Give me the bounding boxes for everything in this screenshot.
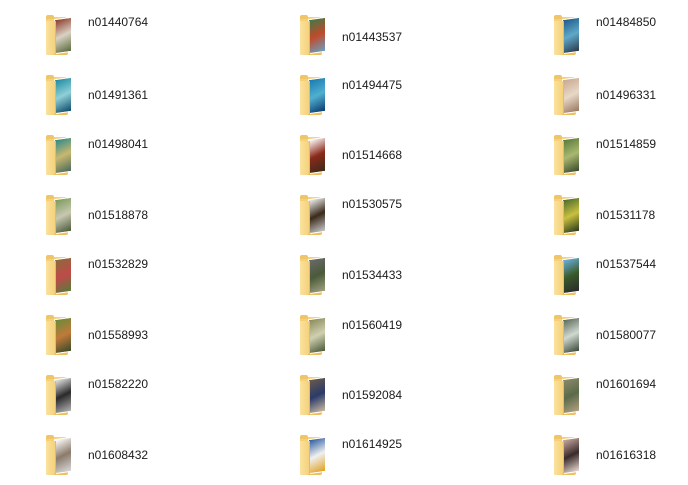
folder-item[interactable]: n01601694 — [552, 375, 688, 425]
folder-icon — [298, 435, 332, 477]
folder-name: n01498041 — [88, 137, 149, 151]
folder-thumbnail — [308, 376, 326, 415]
folder-icon — [44, 315, 78, 357]
folder-name: n01560419 — [342, 318, 403, 332]
folder-icon — [552, 315, 586, 357]
folder-thumbnail — [308, 436, 326, 475]
folder-name: n01514859 — [596, 137, 657, 151]
folder-item[interactable]: n01532829 — [44, 255, 234, 305]
folder-name: n01616318 — [596, 448, 657, 462]
folder-name: n01558993 — [88, 328, 149, 342]
folder-thumbnail — [562, 256, 580, 295]
folder-icon — [298, 315, 332, 357]
folder-name: n01491361 — [88, 88, 149, 102]
folder-name: n01518878 — [88, 208, 149, 222]
folder-item[interactable]: n01514859 — [552, 135, 688, 185]
folder-name: n01534433 — [342, 268, 403, 282]
folder-icon — [298, 375, 332, 417]
folder-thumbnail — [308, 196, 326, 235]
folder-icon — [44, 135, 78, 177]
folder-item[interactable]: n01494475 — [298, 75, 488, 125]
folder-thumbnail — [562, 436, 580, 475]
folder-name: n01532829 — [88, 257, 149, 271]
folder-thumbnail — [308, 316, 326, 355]
folder-thumbnail — [54, 256, 72, 295]
folder-name: n01494475 — [342, 78, 403, 92]
folder-thumbnail — [54, 196, 72, 235]
folder-item[interactable]: n01560419 — [298, 315, 488, 365]
folder-thumbnail — [54, 376, 72, 415]
folder-thumbnail — [562, 76, 580, 115]
folder-item[interactable]: n01608432 — [44, 435, 234, 485]
folder-name: n01582220 — [88, 377, 149, 391]
folder-icon — [44, 375, 78, 417]
folder-item[interactable]: n01498041 — [44, 135, 234, 185]
folder-item[interactable]: n01592084 — [298, 375, 488, 425]
folder-icon — [298, 15, 332, 57]
folder-name: n01614925 — [342, 437, 403, 451]
folder-name: n01608432 — [88, 448, 149, 462]
folder-item[interactable]: n01558993 — [44, 315, 234, 365]
folder-thumbnail — [54, 316, 72, 355]
folder-icon — [44, 195, 78, 237]
folder-item[interactable]: n01616318 — [552, 435, 688, 485]
folder-thumbnail — [562, 376, 580, 415]
folder-name: n01592084 — [342, 388, 403, 402]
folder-icon — [552, 15, 586, 57]
folder-name: n01443537 — [342, 30, 403, 44]
folder-thumbnail — [308, 76, 326, 115]
folder-icon — [552, 435, 586, 477]
folder-icon — [552, 195, 586, 237]
folder-thumbnail — [308, 136, 326, 175]
folder-icon — [44, 75, 78, 117]
folder-thumbnail — [562, 316, 580, 355]
folder-item[interactable]: n01582220 — [44, 375, 234, 425]
folder-name: n01537544 — [596, 257, 657, 271]
folder-item[interactable]: n01534433 — [298, 255, 488, 305]
folder-thumbnail — [54, 136, 72, 175]
folder-name: n01530575 — [342, 197, 403, 211]
folder-thumbnail — [562, 196, 580, 235]
folder-thumbnail — [308, 16, 326, 55]
folder-thumbnail — [54, 16, 72, 55]
folder-icon — [44, 435, 78, 477]
folder-icon — [552, 375, 586, 417]
folder-item[interactable]: n01440764 — [44, 15, 234, 65]
folder-name: n01514668 — [342, 148, 403, 162]
folder-item[interactable]: n01530575 — [298, 195, 488, 245]
folder-grid: n01440764 n01443537 n01484850 n01491361 n014… — [0, 0, 688, 481]
folder-thumbnail — [54, 436, 72, 475]
folder-icon — [298, 195, 332, 237]
folder-name: n01531178 — [596, 208, 656, 222]
folder-thumbnail — [54, 76, 72, 115]
folder-icon — [298, 255, 332, 297]
folder-item[interactable]: n01614925 — [298, 435, 488, 485]
folder-name: n01580077 — [596, 328, 657, 342]
folder-item[interactable]: n01518878 — [44, 195, 234, 245]
folder-name: n01601694 — [596, 377, 657, 391]
folder-name: n01484850 — [596, 15, 657, 29]
folder-item[interactable]: n01496331 — [552, 75, 688, 125]
folder-name: n01496331 — [596, 88, 657, 102]
folder-name: n01440764 — [88, 15, 149, 29]
folder-item[interactable]: n01491361 — [44, 75, 234, 125]
folder-thumbnail — [562, 136, 580, 175]
folder-thumbnail — [562, 16, 580, 55]
folder-icon — [298, 75, 332, 117]
folder-item[interactable]: n01580077 — [552, 315, 688, 365]
folder-icon — [552, 75, 586, 117]
folder-item[interactable]: n01514668 — [298, 135, 488, 185]
folder-thumbnail — [308, 256, 326, 295]
folder-item[interactable]: n01537544 — [552, 255, 688, 305]
folder-item[interactable]: n01484850 — [552, 15, 688, 65]
folder-item[interactable]: n01531178 — [552, 195, 688, 245]
folder-item[interactable]: n01443537 — [298, 15, 488, 65]
folder-icon — [44, 15, 78, 57]
folder-icon — [44, 255, 78, 297]
folder-icon — [552, 135, 586, 177]
folder-icon — [298, 135, 332, 177]
folder-icon — [552, 255, 586, 297]
